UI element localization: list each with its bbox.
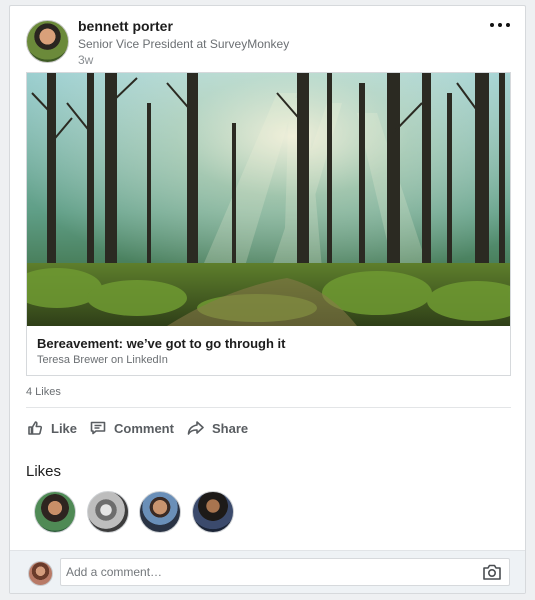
comment-button[interactable]: Comment	[90, 416, 174, 440]
shared-article[interactable]: Bereavement: we’ve got to go through it …	[26, 72, 511, 376]
comment-icon	[90, 421, 106, 435]
camera-button[interactable]	[482, 563, 502, 581]
likes-section-heading: Likes	[26, 463, 62, 480]
post-header: bennett porter Senior Vice President at …	[26, 18, 511, 74]
author-name[interactable]: bennett porter	[78, 18, 173, 34]
comment-input[interactable]	[60, 558, 510, 586]
liker-avatar-3[interactable]	[139, 491, 181, 533]
forest-image	[27, 73, 510, 326]
like-button[interactable]: Like	[27, 416, 77, 440]
article-image[interactable]	[27, 73, 510, 326]
social-actions: Like Comment Share	[26, 416, 511, 440]
post-timestamp: 3w	[78, 53, 94, 67]
article-title[interactable]: Bereavement: we’ve got to go through it	[37, 336, 285, 351]
share-label: Share	[212, 420, 249, 436]
comment-label: Comment	[114, 420, 174, 436]
divider	[26, 407, 511, 408]
author-avatar[interactable]	[26, 20, 69, 63]
liker-avatar-4[interactable]	[192, 491, 234, 533]
current-user-avatar	[28, 561, 53, 586]
like-label: Like	[51, 420, 78, 436]
likes-count[interactable]: 4 Likes	[26, 386, 61, 398]
share-icon	[187, 421, 204, 435]
article-source: Teresa Brewer on LinkedIn	[37, 354, 168, 366]
share-button[interactable]: Share	[187, 416, 248, 440]
thumbs-up-icon	[28, 421, 43, 435]
author-headline: Senior Vice President at SurveyMonkey	[78, 37, 290, 51]
liker-avatar-1[interactable]	[34, 491, 76, 533]
post-card: bennett porter Senior Vice President at …	[9, 5, 526, 594]
camera-icon	[483, 564, 501, 580]
liker-avatar-2[interactable]	[87, 491, 129, 533]
more-options-button[interactable]	[489, 19, 511, 31]
comment-bar	[10, 550, 525, 593]
